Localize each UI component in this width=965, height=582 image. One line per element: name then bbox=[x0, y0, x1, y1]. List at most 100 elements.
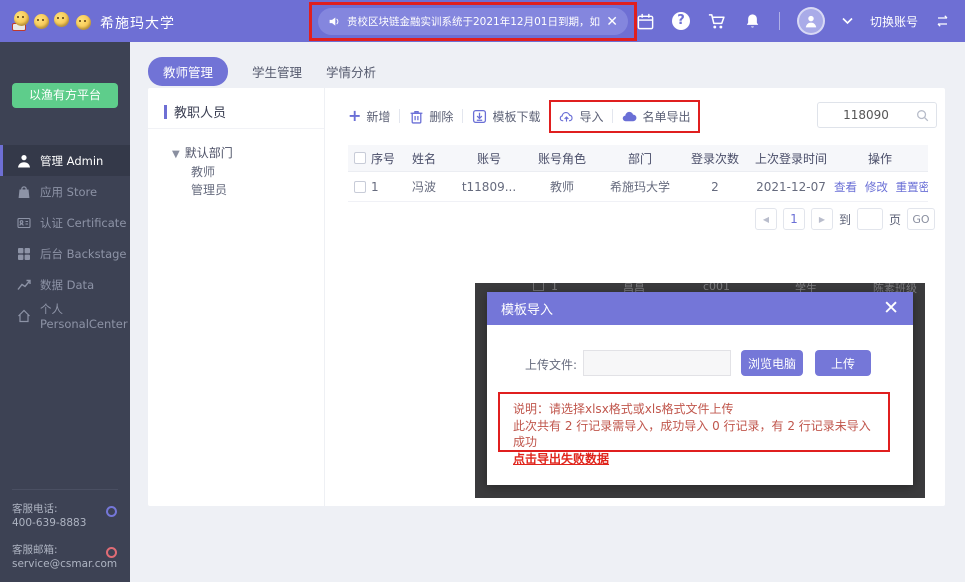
contact-email: 客服邮箱: service@csmar.com bbox=[0, 539, 130, 580]
staff-tree-panel: 教职人员 ▼默认部门 教师 管理员 bbox=[148, 88, 325, 506]
panel-divider bbox=[148, 128, 324, 129]
template-import-modal: 模板导入 ✕ 上传文件: 浏览电脑 上传 说明：请选择xlsx格式或xls格式文… bbox=[487, 292, 913, 485]
tree-node-default-department[interactable]: ▼默认部门 bbox=[172, 144, 233, 161]
certificate-icon bbox=[17, 216, 31, 230]
jump-to-label: 到 bbox=[839, 211, 851, 228]
emoji-icon bbox=[34, 14, 49, 29]
sidebar-item-certificate[interactable]: 认证 Certificate bbox=[0, 207, 130, 238]
cell-account: t11809... bbox=[454, 180, 524, 194]
header-checkbox[interactable] bbox=[354, 152, 366, 164]
template-download-button[interactable]: 模板下载 bbox=[472, 108, 540, 125]
upload-file-input[interactable] bbox=[583, 350, 731, 376]
cart-icon[interactable] bbox=[707, 12, 726, 31]
upload-button[interactable]: 上传 bbox=[815, 350, 871, 376]
email-status-icon bbox=[106, 547, 117, 558]
tree-node-admin[interactable]: 管理员 bbox=[191, 181, 227, 198]
staff-table: 序号 姓名 账号 账号角色 部门 登录次数 上次登录时间 操作 1 冯波 t11… bbox=[348, 145, 928, 202]
page-label: 页 bbox=[889, 211, 901, 228]
row-checkbox[interactable] bbox=[354, 181, 366, 193]
toolbar-divider bbox=[399, 109, 400, 123]
person-icon bbox=[17, 154, 31, 168]
note-line-1: 说明：请选择xlsx格式或xls格式文件上传 bbox=[513, 401, 875, 418]
help-icon[interactable]: ? bbox=[672, 12, 690, 30]
emoji-icon bbox=[54, 12, 69, 27]
sidebar-item-label: 数据 Data bbox=[40, 277, 94, 293]
current-page-number: 1 bbox=[790, 212, 798, 226]
search-icon[interactable] bbox=[916, 109, 929, 122]
cell-last-login: 2021-12-07 bbox=[750, 180, 832, 194]
sidebar-item-label: 认证 Certificate bbox=[40, 215, 126, 231]
sidebar-item-personal[interactable]: 个人 PersonalCenter bbox=[0, 300, 130, 331]
phone-number: 400-639-8883 bbox=[12, 516, 118, 530]
switch-account-label[interactable]: 切换账号 bbox=[870, 13, 918, 30]
export-button[interactable]: 名单导出 bbox=[622, 108, 690, 125]
modal-backdrop: 1 昌昌 c001 学生 陈素班级 模板导入 ✕ 上传文件: 浏览电脑 上传 说… bbox=[475, 283, 925, 498]
tab-teacher-management[interactable]: 教师管理 bbox=[148, 57, 228, 86]
sidebar-item-store[interactable]: 应用 Store bbox=[0, 176, 130, 207]
marquee-close-icon[interactable]: ✕ bbox=[606, 15, 618, 29]
calendar-icon[interactable] bbox=[636, 12, 655, 31]
go-button[interactable]: GO bbox=[907, 208, 935, 230]
upload-file-label: 上传文件: bbox=[525, 356, 577, 373]
user-icon bbox=[803, 13, 819, 29]
phone-status-icon bbox=[106, 506, 117, 517]
page-number-input[interactable] bbox=[857, 208, 883, 230]
emoji-icon bbox=[76, 15, 91, 30]
col-header-index: 序号 bbox=[371, 150, 394, 167]
col-header-role: 账号角色 bbox=[524, 150, 600, 167]
import-label: 导入 bbox=[579, 108, 603, 125]
tree-node-teacher[interactable]: 教师 bbox=[191, 163, 215, 180]
notification-marquee: 贵校区块链金融实训系统于2021年12月01日到期，如需继续...... ✕ bbox=[318, 8, 628, 35]
bag-icon bbox=[17, 185, 31, 199]
avatar[interactable] bbox=[797, 7, 825, 35]
table-row: 1 冯波 t11809... 教师 希施玛大学 2 2021-12-07 查看 … bbox=[348, 172, 928, 202]
cell-role: 教师 bbox=[524, 178, 600, 195]
sidebar-item-label: 应用 Store bbox=[40, 184, 97, 200]
marquee-text: 贵校区块链金融实训系统于2021年12月01日到期，如需继续...... bbox=[347, 14, 600, 29]
prev-page-button[interactable]: ◀ bbox=[755, 208, 777, 230]
next-page-button[interactable]: ▶ bbox=[811, 208, 833, 230]
export-label: 名单导出 bbox=[642, 108, 690, 125]
modal-close-icon[interactable]: ✕ bbox=[883, 299, 899, 318]
view-link[interactable]: 查看 bbox=[834, 180, 857, 194]
import-button[interactable]: 导入 bbox=[559, 108, 603, 125]
toolbar: + 新增 删除 模板下载 bbox=[348, 101, 690, 131]
chevron-down-icon[interactable] bbox=[842, 17, 853, 25]
col-header-name: 姓名 bbox=[394, 150, 454, 167]
template-download-label: 模板下载 bbox=[492, 108, 540, 125]
email-address: service@csmar.com bbox=[12, 557, 118, 571]
reset-password-link[interactable]: 重置密码 bbox=[896, 180, 928, 194]
sidebar-item-backstage[interactable]: 后台 Backstage bbox=[0, 238, 130, 269]
arrow-right-icon: ▶ bbox=[819, 215, 825, 224]
search-box bbox=[817, 102, 937, 128]
tab-student-management[interactable]: 学生管理 bbox=[252, 57, 302, 86]
arrow-left-icon: ◀ bbox=[763, 215, 769, 224]
sidebar-menu: 管理 Admin 应用 Store 认证 Certificate 后台 Back… bbox=[0, 145, 130, 331]
caret-down-icon: ▼ bbox=[172, 149, 180, 160]
sidebar: 以渔有方平台 管理 Admin 应用 Store 认证 Certificate bbox=[0, 42, 130, 582]
sidebar-item-data[interactable]: 数据 Data bbox=[0, 269, 130, 300]
backdrop-table-glimpse: 1 昌昌 c001 学生 陈素班级 bbox=[475, 283, 925, 290]
download-icon bbox=[472, 109, 487, 124]
toolbar-divider bbox=[549, 109, 550, 123]
platform-button[interactable]: 以渔有方平台 bbox=[12, 83, 118, 108]
export-failed-data-link[interactable]: 点击导出失败数据 bbox=[513, 452, 609, 466]
home-icon bbox=[17, 309, 31, 323]
emoji-icon bbox=[14, 11, 29, 26]
delete-button[interactable]: 删除 bbox=[409, 108, 453, 125]
note-line-2: 此次共有 2 行记录需导入，成功导入 0 行记录，有 2 行记录未导入成功 bbox=[513, 418, 875, 451]
import-annotation-box: 导入 名单导出 bbox=[559, 108, 690, 125]
col-header-department: 部门 bbox=[600, 150, 680, 167]
browse-computer-button[interactable]: 浏览电脑 bbox=[741, 350, 803, 376]
current-page-button[interactable]: 1 bbox=[783, 208, 805, 230]
sidebar-item-admin[interactable]: 管理 Admin bbox=[0, 145, 130, 176]
bell-icon[interactable] bbox=[743, 12, 762, 31]
tab-learning-analysis[interactable]: 学情分析 bbox=[326, 57, 376, 86]
edit-link[interactable]: 修改 bbox=[865, 180, 888, 194]
phone-label: 客服电话: bbox=[12, 502, 118, 516]
main-tabs: 教师管理 学生管理 学情分析 bbox=[148, 57, 376, 86]
swap-icon[interactable] bbox=[935, 15, 951, 27]
add-button[interactable]: + 新增 bbox=[348, 108, 390, 125]
sidebar-item-label: 后台 Backstage bbox=[40, 246, 127, 262]
cloud-upload-icon bbox=[559, 109, 574, 124]
